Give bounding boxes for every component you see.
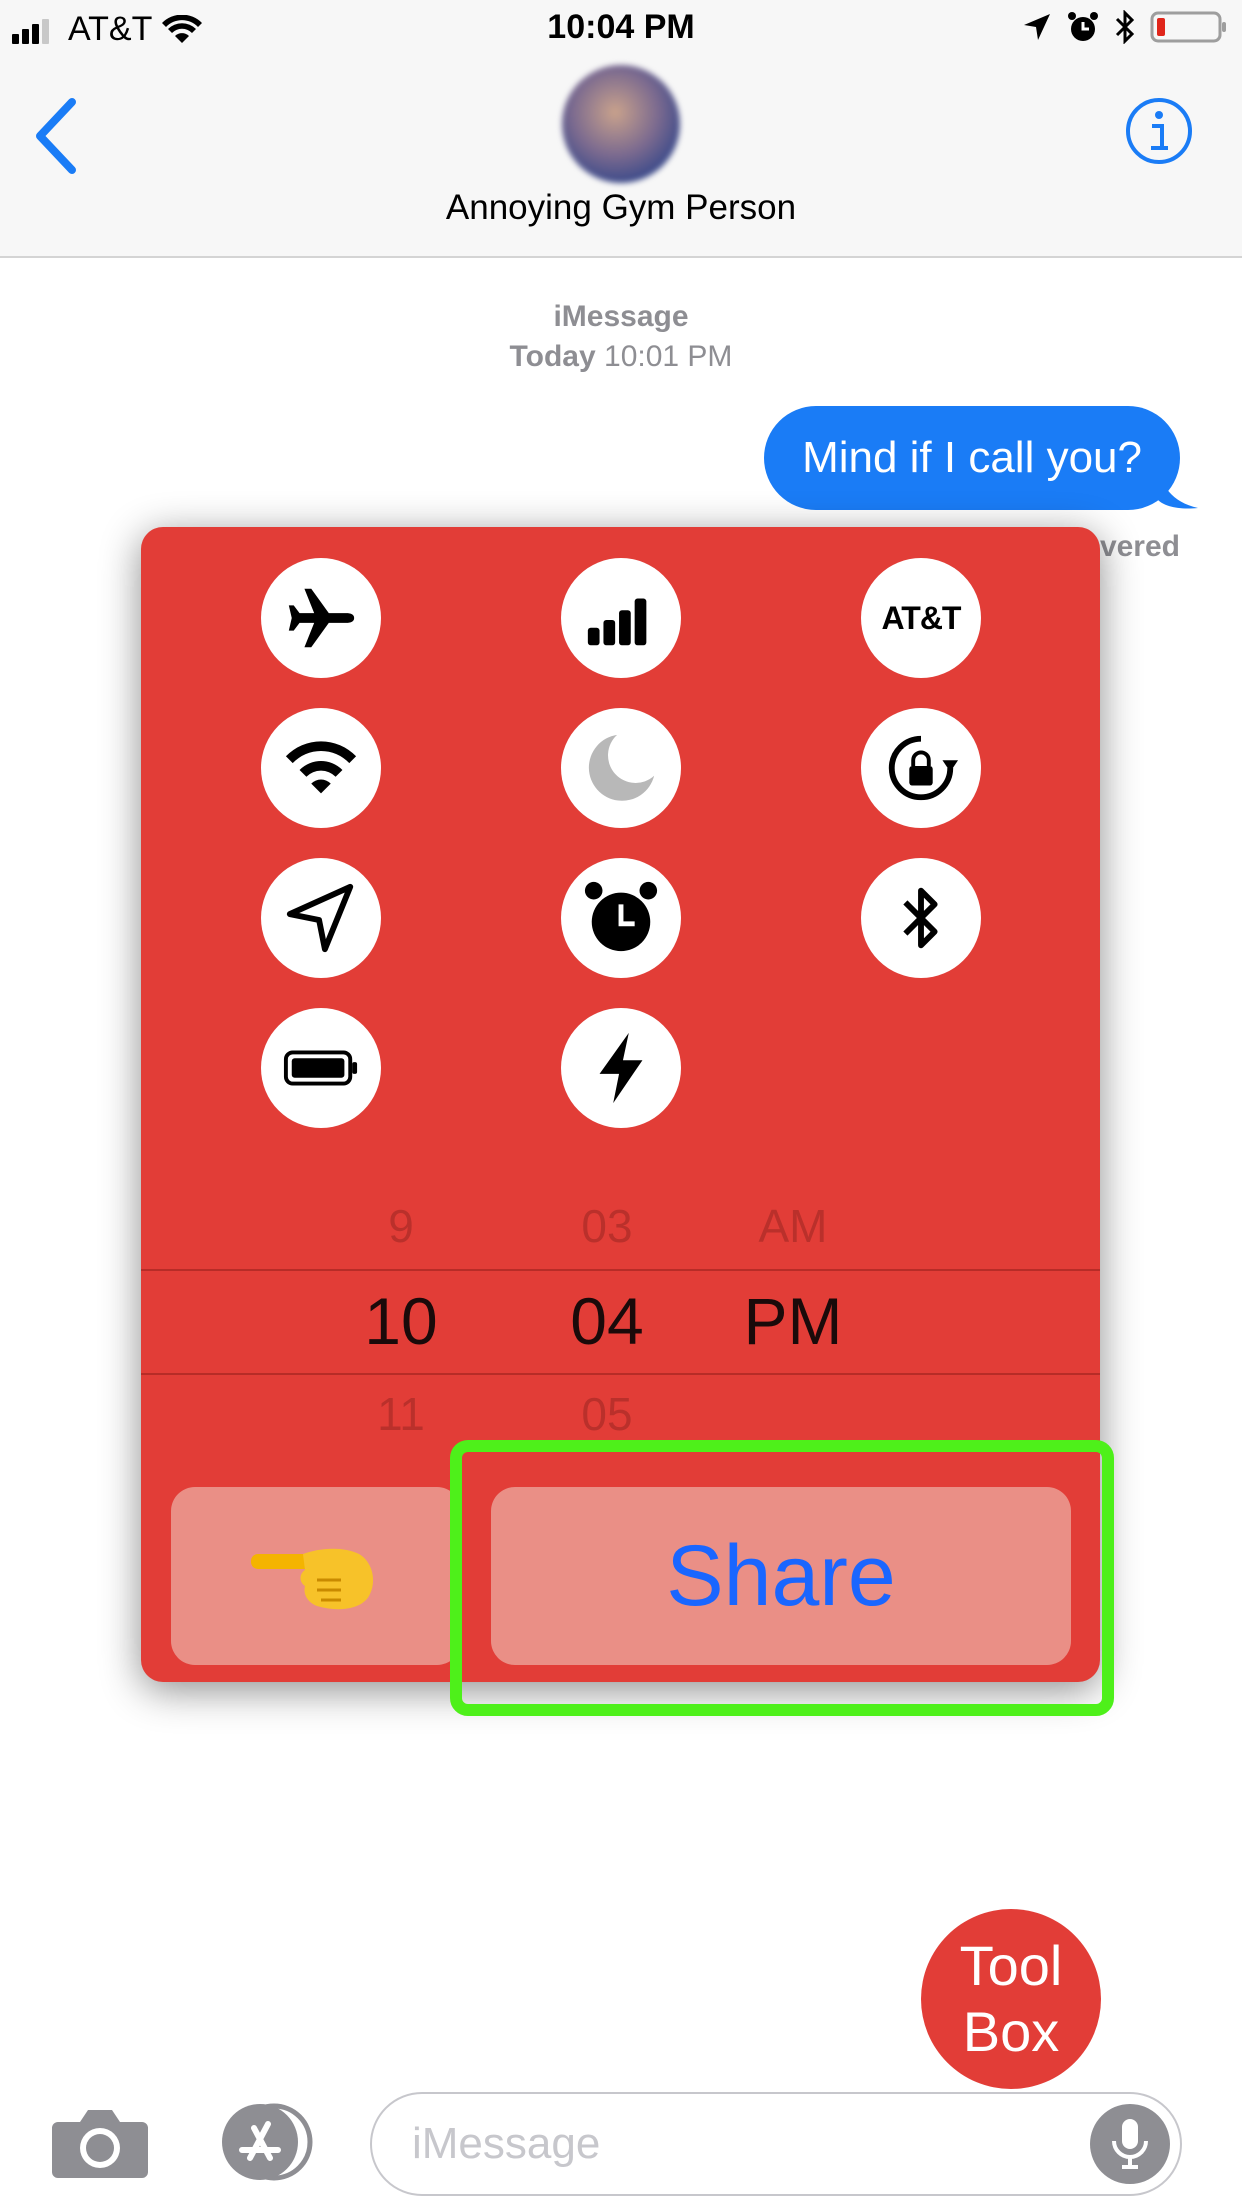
chevron-left-icon [36,98,76,174]
status-bar: AT&T 10:04 PM [0,0,1242,60]
alarm-status-icon [1068,12,1098,41]
delivery-status: vered [1099,530,1180,563]
avatar[interactable] [562,65,680,183]
location-status-icon [1024,14,1050,40]
app-store-icon [222,2103,313,2181]
pointing-hand-icon [251,1548,374,1610]
picker-top-divider [141,1269,1100,1271]
picker-bottom-divider [141,1373,1100,1375]
camera-button[interactable] [50,2104,150,2180]
service-label: iMessage [553,300,689,333]
status-right [1022,10,1228,44]
picker-minute-next[interactable]: 05 [527,1387,687,1441]
rotation-lock-toggle[interactable] [861,708,981,828]
toolbox-label-line2: Box [962,2000,1060,2063]
timestamp-day: Today [509,340,596,373]
share-highlight-box [450,1440,1114,1716]
bluetooth-icon [903,887,938,949]
location-toggle[interactable] [261,858,381,978]
bluetooth-status-icon [1115,10,1135,44]
alarm-toggle[interactable] [561,858,681,978]
picker-ampm[interactable]: PM [713,1283,873,1359]
battery-toggle[interactable] [261,1008,381,1128]
toolbox-label-line1: Tool [959,1934,1063,1997]
picker-hour-prev[interactable]: 9 [321,1199,481,1253]
info-button[interactable] [1124,96,1194,166]
moon-icon [588,734,655,801]
app-store-button[interactable] [210,2102,318,2182]
camera-icon [52,2110,148,2178]
battery-status-icon [1150,11,1226,43]
message-input[interactable]: iMessage [370,2092,1182,2196]
wifi-icon [285,741,357,794]
timestamp-time: 10:01 PM [604,340,733,373]
airplane-icon [288,588,355,648]
bluetooth-toggle[interactable] [861,858,981,978]
contact-name[interactable]: Annoying Gym Person [0,188,1242,228]
airplane-toggle[interactable] [261,558,381,678]
carrier-toggle[interactable]: AT&T [861,558,981,678]
do-not-disturb-toggle[interactable] [561,708,681,828]
rotation-lock-icon [888,735,959,801]
picker-hour-next[interactable]: 11 [321,1387,481,1441]
wifi-toggle[interactable] [261,708,381,828]
conversation-header: Annoying Gym Person [0,60,1242,258]
picker-ampm-prev[interactable]: AM [713,1199,873,1253]
message-timestamp: Today 10:01 PM [0,340,1242,374]
picker-hour[interactable]: 10 [321,1283,481,1359]
carrier-icon: AT&T [881,599,962,636]
picker-minute[interactable]: 04 [527,1283,687,1359]
back-button[interactable] [32,96,82,176]
microphone-icon [1112,2119,1148,2169]
battery-icon [283,1050,358,1086]
alarm-clock-icon [584,881,658,952]
lightning-bolt-icon [599,1032,643,1104]
cellular-signal-icon [587,598,647,646]
toolbox-button[interactable]: Tool Box [921,1909,1101,2089]
microphone-button[interactable] [1090,2104,1170,2184]
picker-minute-prev[interactable]: 03 [527,1199,687,1253]
sent-message-bubble[interactable]: Mind if I call you? [764,406,1180,510]
location-arrow-icon [286,883,354,953]
info-icon [1126,98,1192,164]
cellular-toggle[interactable] [561,558,681,678]
hand-pointer-button[interactable] [171,1487,461,1665]
charging-toggle[interactable] [561,1008,681,1128]
